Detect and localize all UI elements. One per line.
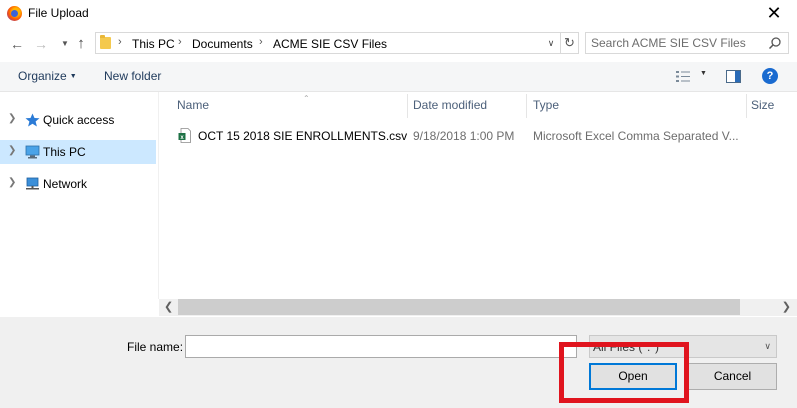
expand-chevron-icon[interactable]: ❯	[8, 145, 16, 156]
forward-button[interactable]: →	[32, 35, 50, 53]
file-list: ⌃ Name Date modified Type Size x OCT 15 …	[159, 92, 797, 299]
organize-label: Organize	[18, 69, 67, 83]
help-icon[interactable]: ?	[762, 68, 778, 84]
column-header-date-modified[interactable]: Date modified	[413, 98, 487, 120]
breadcrumb-separator[interactable]: ›	[178, 36, 182, 48]
scroll-right-icon[interactable]: ❯	[782, 300, 791, 313]
up-button[interactable]: ↑	[72, 35, 90, 53]
column-header-name[interactable]: ⌃ Name	[177, 94, 310, 120]
column-divider[interactable]	[746, 94, 747, 118]
scroll-left-icon[interactable]: ❮	[164, 300, 173, 313]
file-name-input[interactable]	[185, 335, 577, 358]
file-row[interactable]: x OCT 15 2018 SIE ENROLLMENTS.csv 9/18/2…	[159, 125, 797, 147]
file-name-label: File name:	[127, 340, 184, 354]
file-type: Microsoft Excel Comma Separated V...	[533, 129, 739, 143]
navigation-pane: ❯ Quick access ❯ This PC ❯ Network	[0, 92, 158, 317]
view-options-icon[interactable]	[676, 70, 690, 83]
navigation-bar: ← → ▼ ↑ › This PC › Documents › ACME SIE…	[0, 28, 797, 62]
breadcrumb-separator[interactable]: ›	[259, 36, 263, 48]
nav-item-label: Network	[43, 177, 88, 191]
scrollbar-thumb[interactable]	[178, 299, 740, 315]
chevron-down-icon: ∨	[764, 341, 771, 351]
search-input[interactable]	[591, 36, 766, 50]
column-header-size[interactable]: Size	[751, 98, 774, 120]
breadcrumb-acme-sie-csv-files[interactable]: ACME SIE CSV Files	[273, 37, 387, 51]
new-folder-button[interactable]: New folder	[104, 69, 161, 83]
nav-item-quick-access[interactable]: ❯ Quick access	[0, 108, 156, 132]
caret-down-icon: ▼	[69, 73, 77, 80]
breadcrumb-documents[interactable]: Documents	[192, 37, 253, 51]
dialog-footer: File name: All Files (*.*) ∨ Open Cancel	[0, 317, 797, 408]
file-type-filter[interactable]: All Files (*.*) ∨	[589, 335, 777, 358]
expand-chevron-icon[interactable]: ❯	[8, 177, 16, 188]
back-button[interactable]: ←	[8, 35, 26, 53]
nav-item-label: This PC	[43, 145, 86, 159]
breadcrumb-separator[interactable]: ›	[118, 36, 122, 48]
column-divider[interactable]	[407, 94, 408, 118]
window-title: File Upload	[28, 6, 89, 20]
view-dropdown-icon[interactable]: ▼	[700, 70, 707, 77]
refresh-icon[interactable]: ↻	[561, 32, 579, 54]
organize-menu[interactable]: Organize ▼	[18, 69, 77, 83]
preview-pane-icon[interactable]	[726, 70, 741, 83]
expand-chevron-icon[interactable]: ❯	[8, 113, 16, 124]
nav-item-this-pc[interactable]: ❯ This PC	[0, 140, 156, 164]
nav-item-network[interactable]: ❯ Network	[0, 172, 156, 196]
nav-item-label: Quick access	[43, 113, 115, 127]
excel-csv-icon: x	[178, 128, 191, 143]
column-divider[interactable]	[526, 94, 527, 118]
star-icon	[25, 113, 40, 127]
title-bar: File Upload ✕	[0, 0, 797, 28]
file-type-filter-value: All Files (*.*)	[593, 340, 660, 354]
cancel-button[interactable]: Cancel	[688, 363, 777, 390]
computer-icon	[25, 145, 40, 159]
horizontal-scrollbar[interactable]: ❮ ❯	[159, 299, 797, 316]
sort-ascending-icon: ⌃	[303, 94, 310, 103]
address-bar[interactable]: › This PC › Documents › ACME SIE CSV Fil…	[95, 32, 561, 54]
column-header-label: Name	[177, 98, 210, 112]
file-date-modified: 9/18/2018 1:00 PM	[413, 129, 515, 143]
file-name[interactable]: OCT 15 2018 SIE ENROLLMENTS.csv	[198, 129, 407, 143]
folder-icon	[100, 35, 111, 49]
firefox-icon	[7, 6, 22, 21]
open-button[interactable]: Open	[589, 363, 677, 390]
address-dropdown-icon[interactable]: ∨	[544, 35, 558, 51]
command-toolbar: Organize ▼ New folder ▼ ?	[0, 62, 797, 92]
breadcrumb-this-pc[interactable]: This PC	[132, 37, 175, 51]
search-icon[interactable]	[768, 36, 782, 50]
network-icon	[26, 177, 39, 190]
column-header-type[interactable]: Type	[533, 98, 559, 120]
close-button[interactable]: ✕	[751, 0, 797, 28]
search-box[interactable]	[585, 32, 789, 54]
